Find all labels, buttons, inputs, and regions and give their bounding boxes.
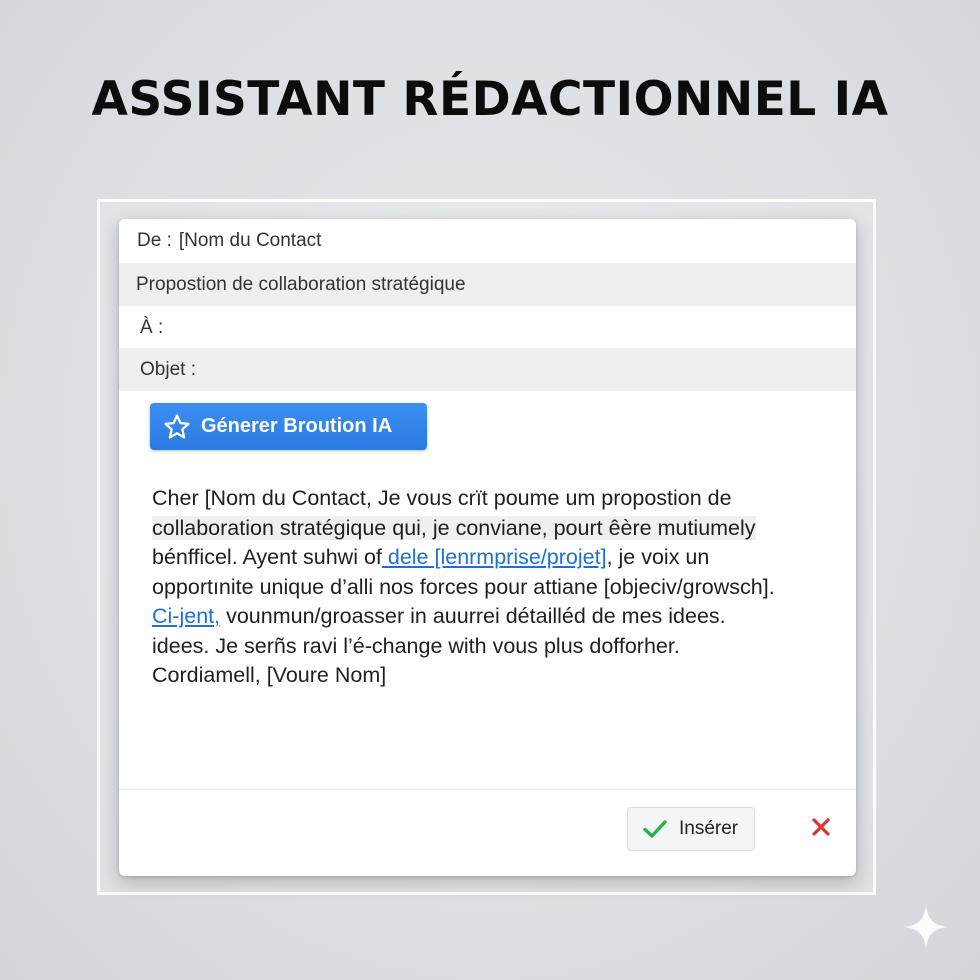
close-icon <box>812 818 830 836</box>
message-line: Ci-jent, vounmun/groasser in auurrei dét… <box>152 602 837 632</box>
star-icon <box>164 413 190 439</box>
message-text: vounmun/groasser in auurrei détailléd de… <box>220 604 726 628</box>
message-line: idees. Je serñs ravi l’é-change with vou… <box>152 633 680 658</box>
insert-button-label: Insérer <box>679 818 739 839</box>
highlighted-text: collaboration stratégique qui, je convia… <box>152 515 756 540</box>
generate-ai-button[interactable]: Génerer Broution IA <box>150 403 427 450</box>
message-text: , je voix un <box>606 545 710 569</box>
from-field[interactable]: De : [Nom du Contact <box>119 219 856 262</box>
company-link[interactable]: dele [lenrmprise/projet] <box>382 545 607 569</box>
to-label: À : <box>140 317 164 338</box>
from-label: De : <box>137 230 172 251</box>
page-title: ASSISTANT RÉDACTIONNEL IA <box>91 72 889 127</box>
message-line: bénfficel. Ayent suhwi of dele [lenrmpri… <box>152 543 837 573</box>
object-label: Objet : <box>140 359 196 380</box>
message-body[interactable]: Cher [Nom du Contact, Je vous crït poume… <box>152 484 837 691</box>
object-field[interactable]: Objet : <box>119 348 856 391</box>
message-line: collaboration stratégique qui, je convia… <box>152 514 837 544</box>
subject-value-field[interactable]: Propostion de collaboration stratégique <box>119 263 856 306</box>
message-line: Cordiamell, [Voure Nom] <box>152 663 387 687</box>
to-field[interactable]: À : <box>119 306 856 349</box>
message-text: bénfficel. Ayent suhwi of <box>152 545 382 569</box>
compose-dialog: De : [Nom du Contact Propostion de collab… <box>119 219 856 876</box>
generate-button-label: Génerer Broution IA <box>201 415 393 437</box>
message-line: Cher [Nom du Contact, Je vous crït poume… <box>152 486 732 510</box>
from-value: [Nom du Contact <box>178 230 322 251</box>
sparkle-icon <box>904 905 948 949</box>
close-button[interactable] <box>807 813 835 841</box>
message-line: opportınite unique d’alli nos forces pou… <box>152 574 775 599</box>
check-icon <box>643 820 667 838</box>
footer-divider <box>119 789 856 790</box>
insert-button[interactable]: Insérer <box>627 807 755 851</box>
attachment-link[interactable]: Ci-jent, <box>152 604 220 628</box>
subject-value: Propostion de collaboration stratégique <box>136 274 466 295</box>
